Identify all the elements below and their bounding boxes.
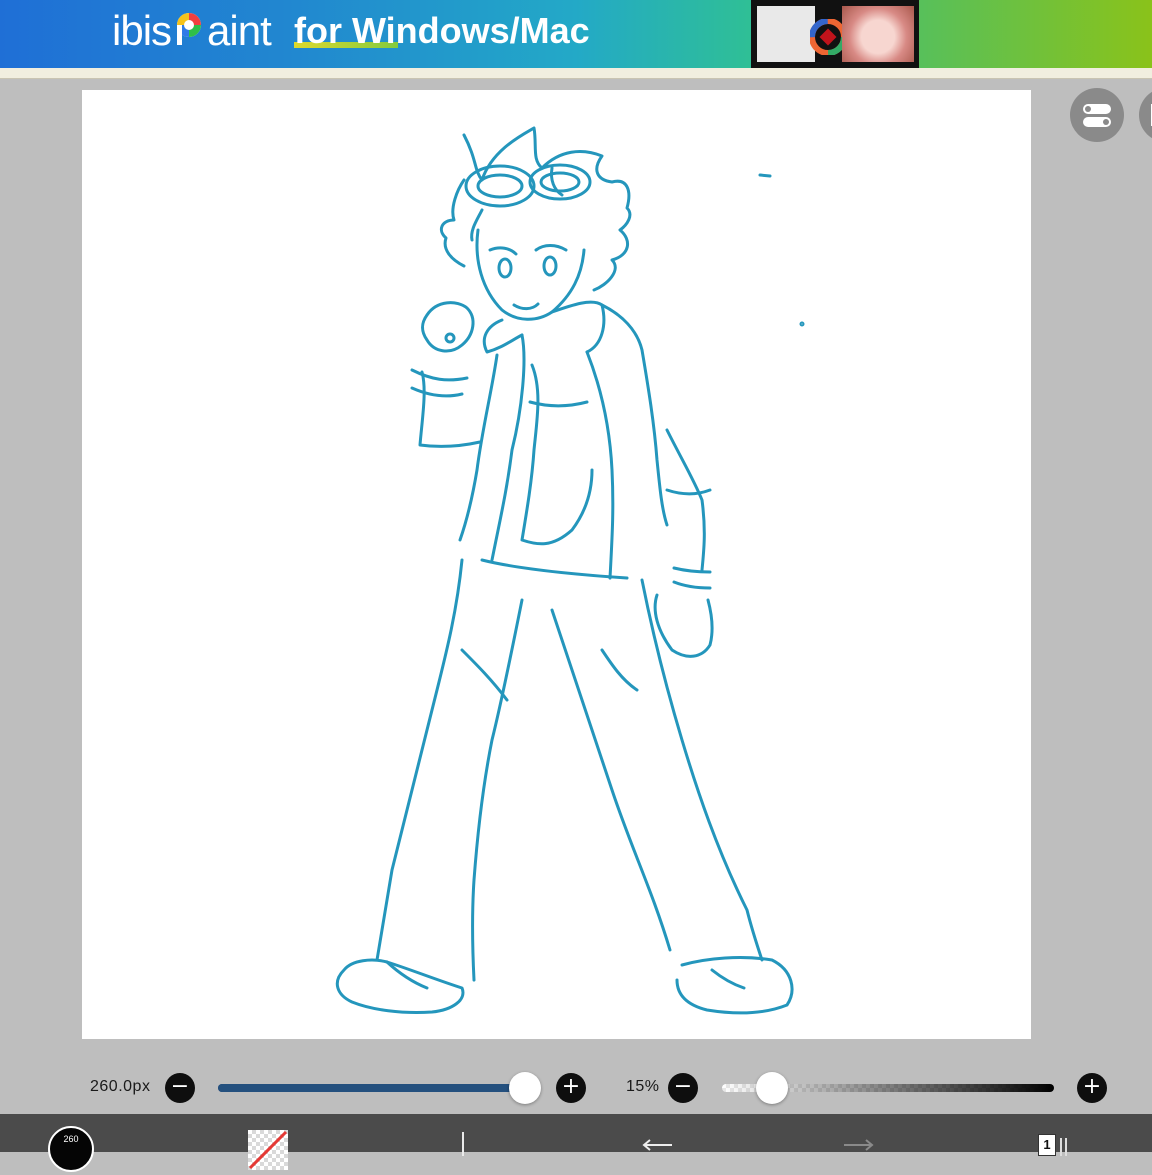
color-wheel-p-icon (177, 13, 202, 45)
layers-button[interactable]: 1 (1034, 1132, 1070, 1156)
redo-arrow-icon[interactable] (840, 1134, 874, 1154)
brush-size-decrease-button[interactable]: − (165, 1073, 195, 1103)
brush-opacity-value: 15% (626, 1078, 660, 1095)
more-options-button[interactable] (1139, 88, 1152, 142)
brush-size-slider[interactable] (218, 1084, 538, 1092)
transparent-color-icon (248, 1130, 288, 1170)
banner-tagline: for Windows/Mac (294, 10, 590, 51)
brush-size-fill (218, 1084, 526, 1092)
brush-tool-button[interactable]: 260 (48, 1126, 94, 1172)
brush-opacity-increase-button[interactable]: + (1077, 1073, 1107, 1103)
logo-text-aint: aint (207, 7, 272, 54)
more-icon (1151, 104, 1152, 126)
bottom-toolbar: 260 1 (0, 1114, 1152, 1172)
drawing-canvas[interactable] (82, 90, 1031, 1039)
color-button[interactable] (248, 1130, 288, 1170)
brush-size-increase-button[interactable]: + (556, 1073, 586, 1103)
ibispaint-logo: ibis aint (112, 6, 272, 56)
promo-color-wheel-icon (810, 19, 846, 55)
toggle-switches-icon (1083, 104, 1111, 127)
brush-settings-bar: 260.0px − + 15% − + (0, 1064, 1152, 1112)
brush-opacity-thumb[interactable] (755, 1072, 788, 1104)
brush-size-indicator: 260 (63, 1134, 79, 1144)
ibispaint-banner-ad[interactable]: ibis aint for Windows/Mac (0, 0, 1152, 68)
layer-stack-edge (1060, 1138, 1062, 1156)
view-settings-button[interactable] (1070, 88, 1124, 142)
brush-size-value: 260.0px (90, 1078, 151, 1095)
logo-text-ibis: ibis (112, 7, 172, 54)
toolbar-divider (462, 1132, 464, 1156)
character-line-sketch (335, 126, 805, 1015)
promo-ui-preview (757, 6, 815, 62)
layer-count: 1 (1038, 1134, 1056, 1156)
undo-arrow-icon[interactable] (642, 1134, 676, 1154)
promo-screenshot (751, 0, 919, 68)
promo-artwork (842, 6, 914, 62)
layer-stack-edge (1065, 1138, 1067, 1156)
brush-opacity-decrease-button[interactable]: − (668, 1073, 698, 1103)
brush-size-thumb[interactable] (509, 1072, 542, 1104)
banner-divider (0, 68, 1152, 79)
